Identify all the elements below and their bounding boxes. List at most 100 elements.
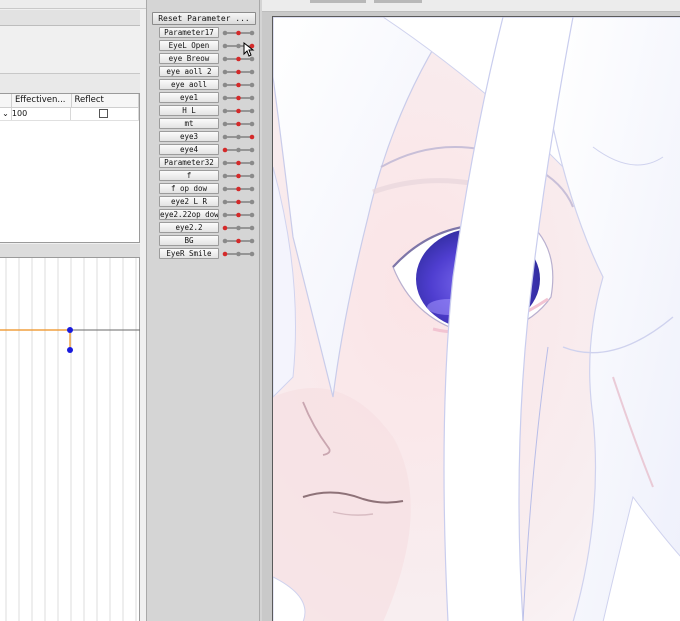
parameter-row[interactable]: EyeR Smile [159,248,255,259]
parameter-label[interactable]: EyeL Open [159,40,219,51]
parameter-row[interactable]: eye Breow [159,53,255,64]
keyframe-marker[interactable] [222,238,228,244]
slider-handle[interactable] [236,69,241,75]
slider-handle[interactable] [222,225,228,231]
parameter-row[interactable]: Parameter17 [159,27,255,38]
slider-handle[interactable] [236,82,241,88]
parameter-label[interactable]: eye3 [159,131,219,142]
keyframe-marker[interactable] [249,251,255,257]
parameter-row[interactable]: eye4 [159,144,255,155]
keyframe-marker[interactable] [236,43,241,49]
parameter-label[interactable]: eye aoll 2 [159,66,219,77]
parameter-slider[interactable] [222,79,255,90]
parameter-label[interactable]: eye4 [159,144,219,155]
character-artwork[interactable] [272,16,680,621]
parameter-row[interactable]: eye aoll [159,79,255,90]
parameter-label[interactable]: mt [159,118,219,129]
keyframe-marker[interactable] [222,212,228,218]
parameter-label[interactable]: eye2.22op dow [159,209,219,220]
parameter-label[interactable]: BG [159,235,219,246]
keyframe-marker[interactable] [249,186,255,192]
keyframe-marker[interactable] [222,186,228,192]
parameter-slider[interactable] [222,131,255,142]
parameter-slider[interactable] [222,222,255,233]
keyframe-marker[interactable] [249,147,255,153]
parameter-row[interactable]: eye2.22op dow [159,209,255,220]
chevron-down-icon[interactable]: ⌄ [0,108,12,120]
keyframe-marker[interactable] [249,199,255,205]
parameter-label[interactable]: Parameter17 [159,27,219,38]
parameter-row[interactable]: Parameter32 [159,157,255,168]
slider-handle[interactable] [236,160,241,166]
keyframe-marker[interactable] [249,212,255,218]
keyframe-marker[interactable] [222,56,228,62]
parameter-slider[interactable] [222,66,255,77]
parameter-row[interactable]: eye aoll 2 [159,66,255,77]
keyframe-marker[interactable] [249,30,255,36]
slider-handle[interactable] [236,56,241,62]
parameter-label[interactable]: f [159,170,219,181]
timeline-graph[interactable] [0,257,140,621]
parameter-row[interactable]: BG [159,235,255,246]
parameter-slider[interactable] [222,248,255,259]
keyframe-marker[interactable] [249,108,255,114]
keyframe-marker[interactable] [222,121,228,127]
slider-handle[interactable] [236,186,241,192]
parameter-slider[interactable] [222,118,255,129]
keyframe-marker[interactable] [249,225,255,231]
parameter-slider[interactable] [222,144,255,155]
slider-handle[interactable] [222,251,228,257]
parameter-label[interactable]: eye1 [159,92,219,103]
keyframe-marker[interactable] [236,147,241,153]
parameter-slider[interactable] [222,105,255,116]
parameter-slider[interactable] [222,92,255,103]
slider-handle[interactable] [236,95,241,101]
keyframe-marker[interactable] [236,251,241,257]
parameter-row[interactable]: f op dow [159,183,255,194]
parameter-row[interactable]: eye2 L R [159,196,255,207]
keyframe-marker[interactable] [222,160,228,166]
parameter-slider[interactable] [222,209,255,220]
keyframe-marker[interactable] [222,30,228,36]
parameter-row[interactable]: eye1 [159,92,255,103]
keyframe-marker[interactable] [222,108,228,114]
keyframe-marker[interactable] [236,134,241,140]
keyframe-marker[interactable] [249,69,255,75]
keyframe-marker[interactable] [222,43,228,49]
parameter-row[interactable]: mt [159,118,255,129]
parameter-slider[interactable] [222,27,255,38]
parameter-label[interactable]: eye2 L R [159,196,219,207]
reset-parameter-button[interactable]: Reset Parameter ... [152,12,256,25]
parameter-slider[interactable] [222,157,255,168]
slider-handle[interactable] [236,199,241,205]
parameter-label[interactable]: Parameter32 [159,157,219,168]
keyframe-marker[interactable] [236,225,241,231]
parameter-row[interactable]: eye2.2 [159,222,255,233]
parameter-label[interactable]: EyeR Smile [159,248,219,259]
parameter-label[interactable]: eye Breow [159,53,219,64]
slider-handle[interactable] [249,134,255,140]
keyframe-marker[interactable] [222,82,228,88]
keyframe-marker[interactable] [249,82,255,88]
slider-handle[interactable] [236,212,241,218]
curve-point[interactable] [67,327,73,333]
parameter-slider[interactable] [222,183,255,194]
parameter-label[interactable]: eye aoll [159,79,219,90]
parameter-label[interactable]: f op dow [159,183,219,194]
parameter-label[interactable]: H L [159,105,219,116]
keyframe-marker[interactable] [249,173,255,179]
keyframe-marker[interactable] [249,238,255,244]
table-row[interactable]: ⌄ 100 [0,108,139,121]
slider-handle[interactable] [236,108,241,114]
parameter-slider[interactable] [222,235,255,246]
keyframe-marker[interactable] [222,173,228,179]
parameter-slider[interactable] [222,170,255,181]
effectiveness-value[interactable]: 100 [12,108,72,120]
slider-handle[interactable] [236,238,241,244]
column-header-effectiveness[interactable]: Effectiven... [12,94,72,107]
reflect-checkbox[interactable] [99,109,109,118]
slider-handle[interactable] [236,173,241,179]
parameter-row[interactable]: f [159,170,255,181]
keyframe-marker[interactable] [222,95,228,101]
keyframe-marker[interactable] [222,134,228,140]
